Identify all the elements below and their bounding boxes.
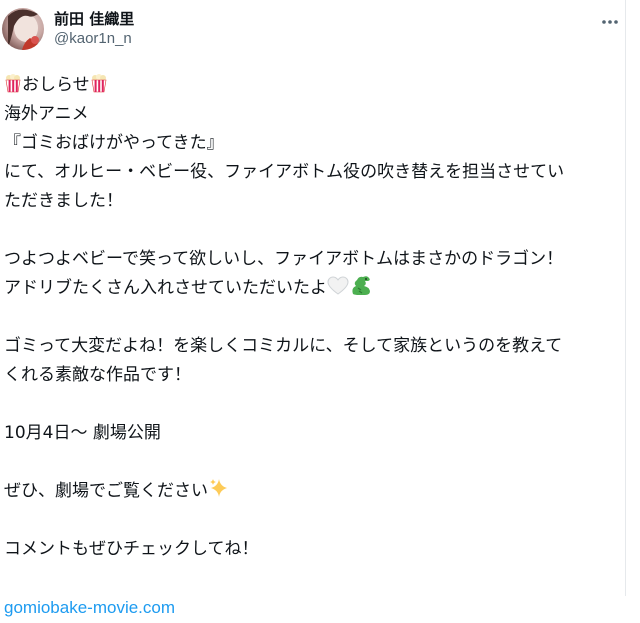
sparkles-icon bbox=[208, 477, 230, 509]
tweet-line: コメントもぜひチェックしてね！ bbox=[4, 539, 259, 559]
popcorn-icon bbox=[90, 74, 108, 103]
dragon-icon bbox=[349, 274, 373, 306]
tweet-line-text: ぜひ、劇場でご覧ください bbox=[4, 481, 208, 501]
author-info: 前田 佳織里 @kaor1n_n bbox=[54, 9, 134, 49]
popcorn-icon bbox=[4, 74, 22, 103]
tweet-line-text: アドリブたくさん入れさせていただいたよ bbox=[4, 278, 327, 298]
tweet-line: にて、オルヒー・ベビー役、ファイアボトム役の吹き替えを担当させてい bbox=[4, 162, 565, 182]
tweet-line: 10月4日〜 劇場公開 bbox=[4, 423, 161, 443]
tweet-line: 『ゴミおばけがやってきた』 bbox=[4, 133, 224, 153]
announcement-label: おしらせ bbox=[22, 75, 90, 95]
tweet-line: くれる素敵な作品です！ bbox=[4, 365, 191, 385]
tweet-line: アドリブたくさん入れさせていただいたよ bbox=[4, 274, 616, 303]
tweet-line: ただきました！ bbox=[4, 191, 123, 211]
tweet-line: ゴミって大変だよね！を楽しくコミカルに、そして家族というのを教えて bbox=[4, 336, 563, 356]
avatar[interactable] bbox=[2, 8, 44, 50]
display-name[interactable]: 前田 佳織里 bbox=[54, 9, 134, 29]
user-handle[interactable]: @kaor1n_n bbox=[54, 29, 134, 49]
more-horizontal-icon[interactable] bbox=[600, 12, 620, 32]
tweet-header: 前田 佳織里 @kaor1n_n bbox=[2, 8, 620, 58]
tweet-line: ぜひ、劇場でご覧ください bbox=[4, 477, 616, 506]
tweet-line: 海外アニメ bbox=[4, 104, 89, 124]
white-heart-icon bbox=[327, 276, 349, 306]
tweet-text: おしらせ 海外アニメ 『ゴミおばけがやってきた』 にて、オルヒー・ベビー役、ファ… bbox=[4, 71, 616, 622]
tweet-line: つよつよベビーで笑って欲しいし、ファイアボトムはまさかのドラゴン！ bbox=[4, 249, 564, 269]
website-link[interactable]: gomiobake-movie.com bbox=[4, 598, 175, 617]
tweet-line: gomiobake-movie.com bbox=[4, 593, 616, 622]
tweet-card: 前田 佳織里 @kaor1n_n おしらせ 海外アニメ 『ゴミおばけがやってきた… bbox=[0, 0, 626, 617]
tweet-line: おしらせ bbox=[4, 71, 616, 100]
